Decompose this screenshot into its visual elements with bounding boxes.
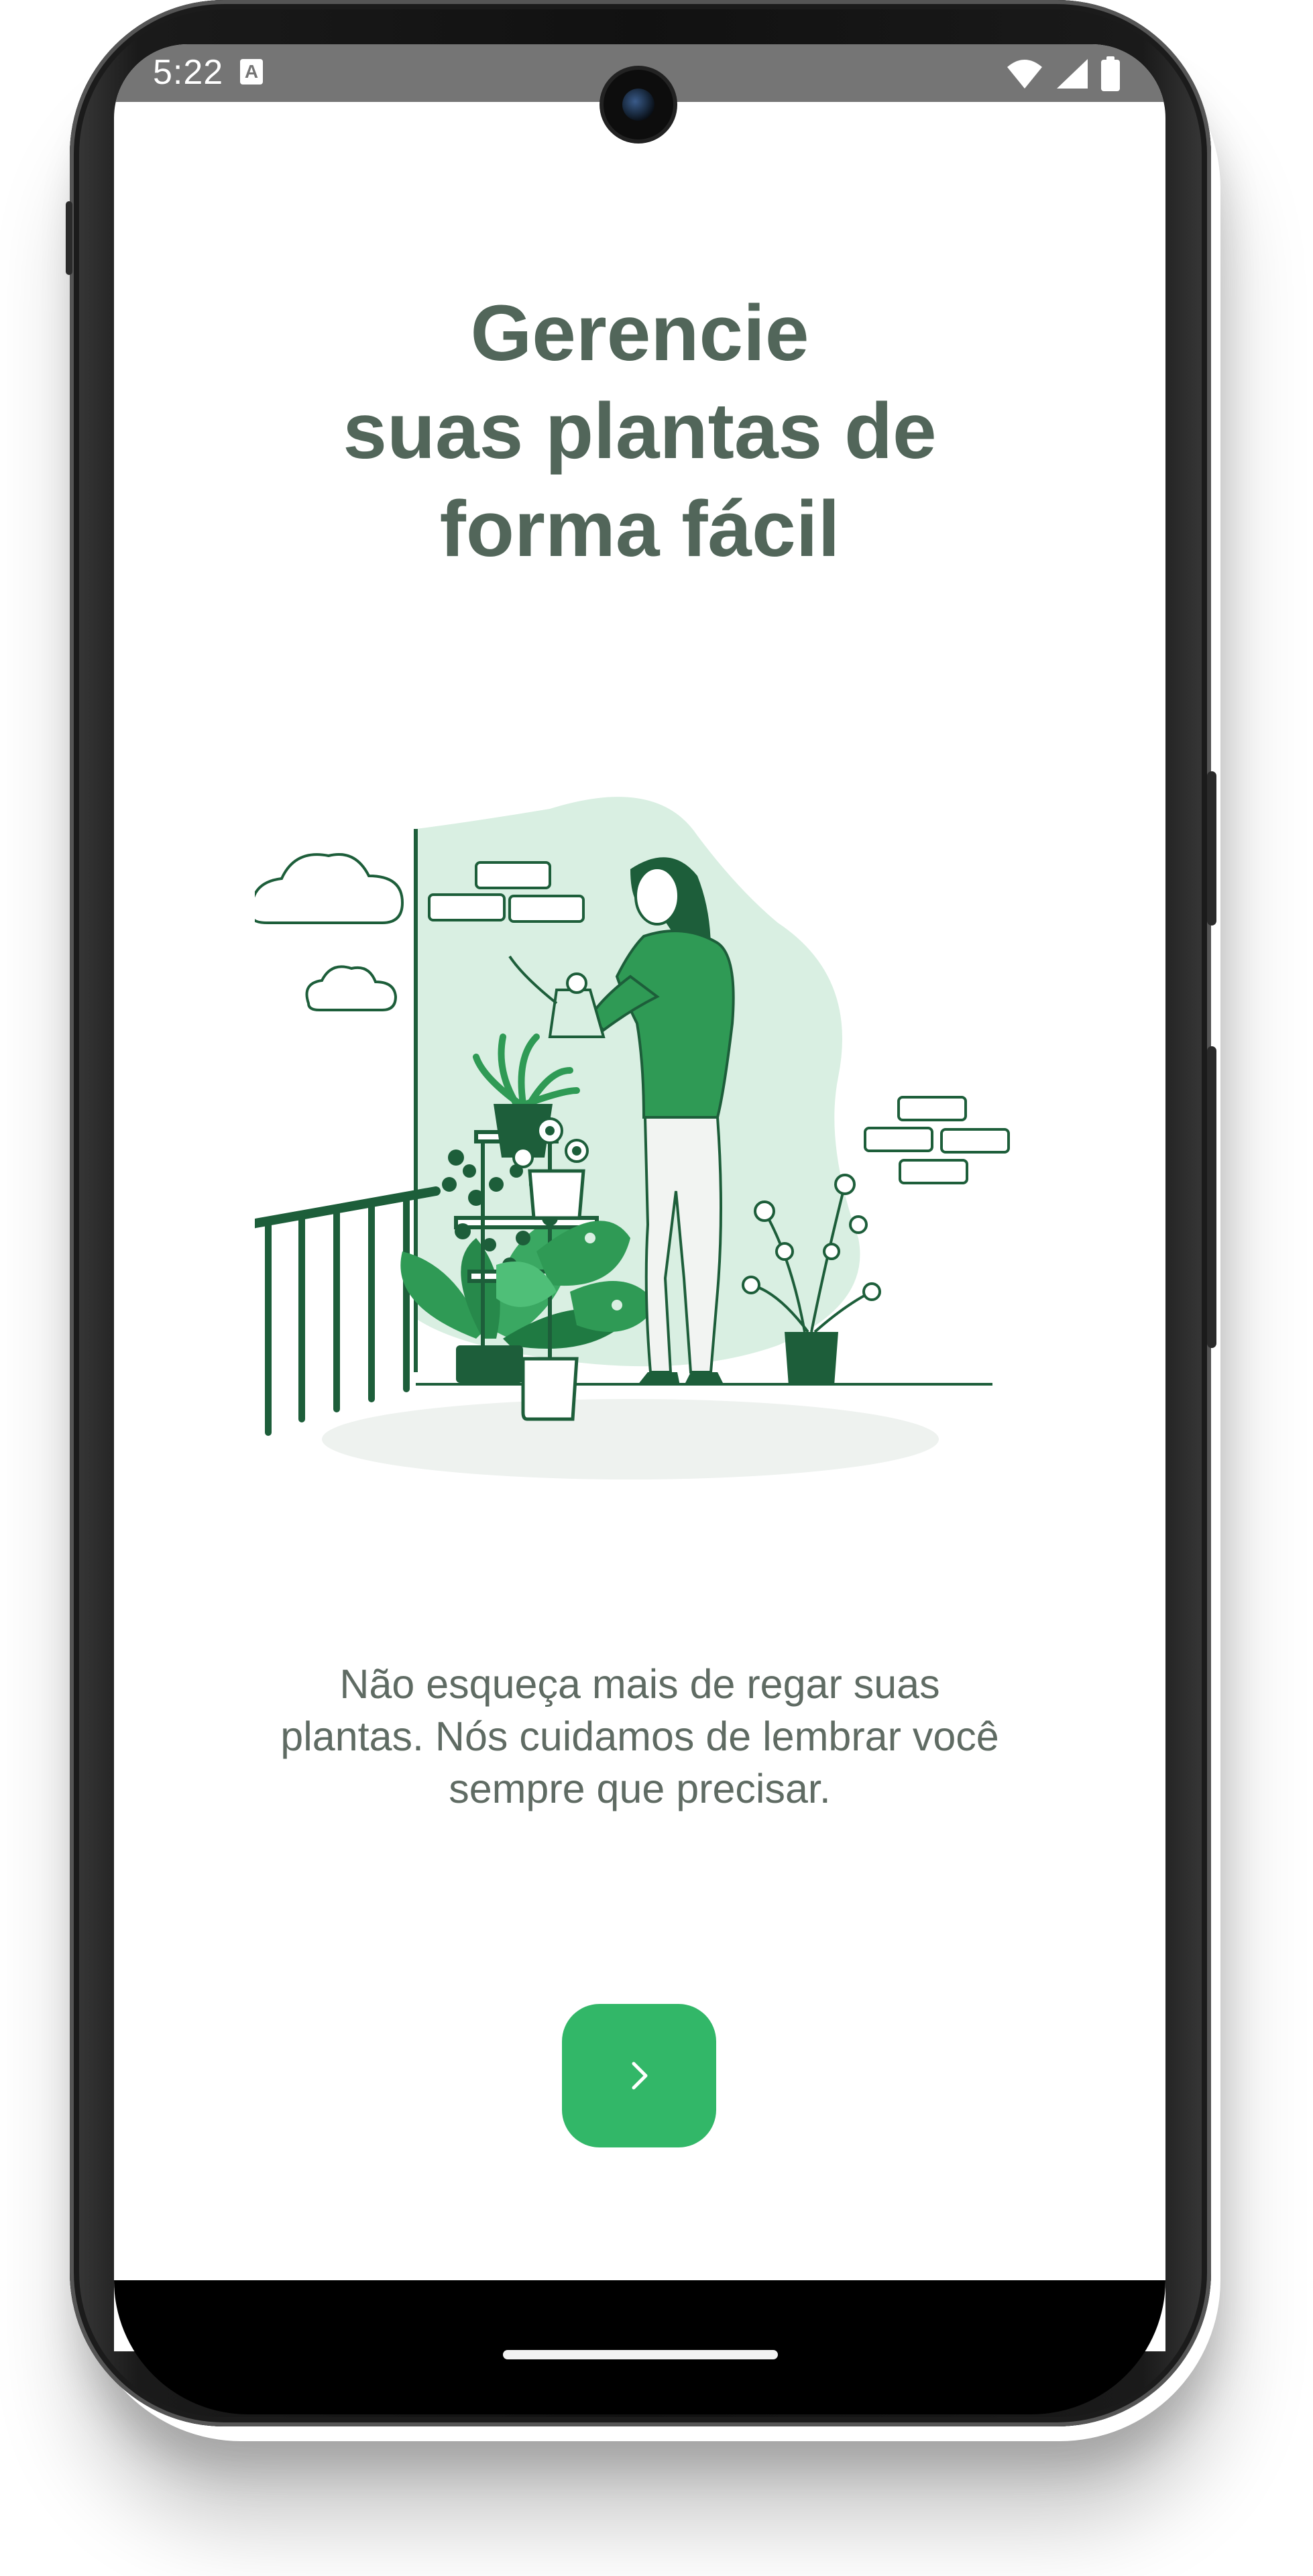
device-mockup: 5:22 A Gerencie suas plantas de forma fá… [0, 0, 1313, 2576]
status-time: 5:22 [153, 53, 224, 92]
navigation-bar [114, 2280, 1165, 2414]
title-line-3: forma fácil [439, 485, 840, 573]
power-button [1207, 771, 1216, 926]
spotted-leaf-pot [521, 1357, 579, 1421]
description-line-2: plantas. Nós cuidamos de lembrar você [280, 1714, 999, 1759]
volume-button [1207, 1046, 1216, 1348]
battery-icon [1101, 56, 1120, 91]
status-icons [1006, 54, 1120, 94]
notification-a-icon: A [240, 59, 263, 85]
front-camera [604, 70, 673, 139]
left-side-button [66, 201, 72, 275]
app-screen: 5:22 A Gerencie suas plantas de forma fá… [114, 44, 1165, 2351]
camera-lens [622, 89, 654, 121]
ground-shadow [322, 1399, 939, 1479]
onboarding-title: Gerencie suas plantas de forma fácil [114, 284, 1165, 578]
onboarding-description: Não esqueça mais de regar suas plantas. … [248, 1658, 1031, 1815]
next-button[interactable] [562, 2004, 716, 2147]
description-line-3: sempre que precisar. [449, 1766, 831, 1811]
title-line-2: suas plantas de [343, 387, 937, 475]
balcony-railing [255, 1186, 441, 1436]
right-flower-pot [785, 1332, 838, 1386]
home-indicator[interactable] [503, 2350, 778, 2359]
chevron-right-icon [632, 2062, 648, 2090]
description-line-1: Não esqueça mais de regar suas [339, 1661, 940, 1707]
leafy-plant-pot [456, 1345, 523, 1383]
flower-pot [528, 1169, 585, 1220]
cellular-signal-icon [1057, 59, 1088, 89]
cloud-icon [255, 853, 404, 1011]
title-line-1: Gerencie [470, 289, 809, 378]
plants-illustration [255, 797, 1010, 1479]
wifi-icon [1007, 60, 1042, 89]
